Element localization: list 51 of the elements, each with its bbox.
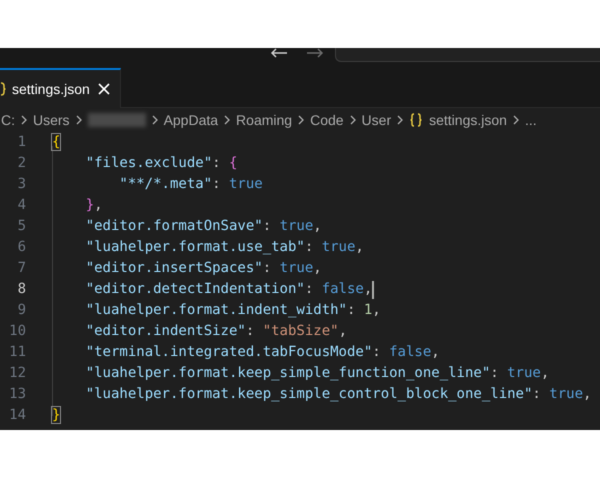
braces-icon xyxy=(409,113,424,127)
line-number: 14 xyxy=(8,406,26,425)
code-line: "editor.formatOnSave": true, xyxy=(86,217,322,236)
chevron-icon xyxy=(397,115,404,125)
code-line: "luahelper.format.indent_width": 1, xyxy=(86,301,381,320)
chevron-icon xyxy=(512,115,519,125)
chevron-icon xyxy=(350,115,356,125)
line-number: 11 xyxy=(8,343,26,362)
breadcrumb-item[interactable]: C: xyxy=(1,110,15,130)
breadcrumb-item[interactable]: Users xyxy=(33,110,70,130)
breadcrumb-item[interactable]: settings.json xyxy=(429,110,507,130)
code-line: "editor.insertSpaces": true, xyxy=(86,259,322,278)
chevron-icon xyxy=(21,115,27,125)
brace-icon xyxy=(0,82,6,96)
code-line: "luahelper.format.keep_simple_control_block_one_line": true, xyxy=(86,385,592,404)
breadcrumb-item[interactable]: Roaming xyxy=(236,110,292,130)
line-number: 10 xyxy=(8,322,26,341)
forward-arrow-icon[interactable] xyxy=(306,48,324,58)
line-number: 3 xyxy=(16,175,26,194)
code-line: "files.exclude": { xyxy=(86,154,238,173)
chevron-icon xyxy=(298,115,304,125)
code-line: "luahelper.format.keep_simple_function_one_line": true, xyxy=(86,364,550,383)
line-number: 8 xyxy=(16,280,26,299)
file-tab[interactable]: settings.json xyxy=(0,68,121,108)
code-line: } xyxy=(52,406,60,425)
code-line: "luahelper.format.use_tab": true, xyxy=(86,238,364,257)
line-number: 13 xyxy=(8,385,26,404)
chevron-icon xyxy=(224,115,230,125)
breadcrumb-ellipsis[interactable]: ... xyxy=(524,110,537,130)
breadcrumb-item[interactable]: Code xyxy=(310,110,344,130)
breadcrumb-item[interactable]: User xyxy=(362,110,392,130)
chevron-icon xyxy=(152,115,158,125)
line-number: 6 xyxy=(16,238,26,257)
code-line: { xyxy=(52,133,60,152)
code-line: "editor.indentSize": "tabSize", xyxy=(86,322,347,341)
code-line: "terminal.integrated.tabFocusMode": false, xyxy=(86,343,440,362)
line-number: 5 xyxy=(16,217,26,236)
line-number: 2 xyxy=(16,154,26,173)
back-arrow-icon[interactable] xyxy=(270,48,288,58)
code-line: "**/*.meta": true xyxy=(119,175,263,194)
code-line: }, xyxy=(86,196,103,215)
close-icon[interactable] xyxy=(98,83,110,95)
line-number: 12 xyxy=(8,364,26,383)
redacted-block xyxy=(88,113,146,127)
chevron-icon xyxy=(76,115,82,125)
code-line: "editor.detectIndentation": false, xyxy=(86,280,372,299)
line-number: 4 xyxy=(16,196,26,215)
line-number: 7 xyxy=(16,259,26,278)
line-number: 9 xyxy=(16,301,26,320)
breadcrumb-item[interactable]: AppData xyxy=(164,110,218,130)
line-number: 1 xyxy=(16,133,26,152)
